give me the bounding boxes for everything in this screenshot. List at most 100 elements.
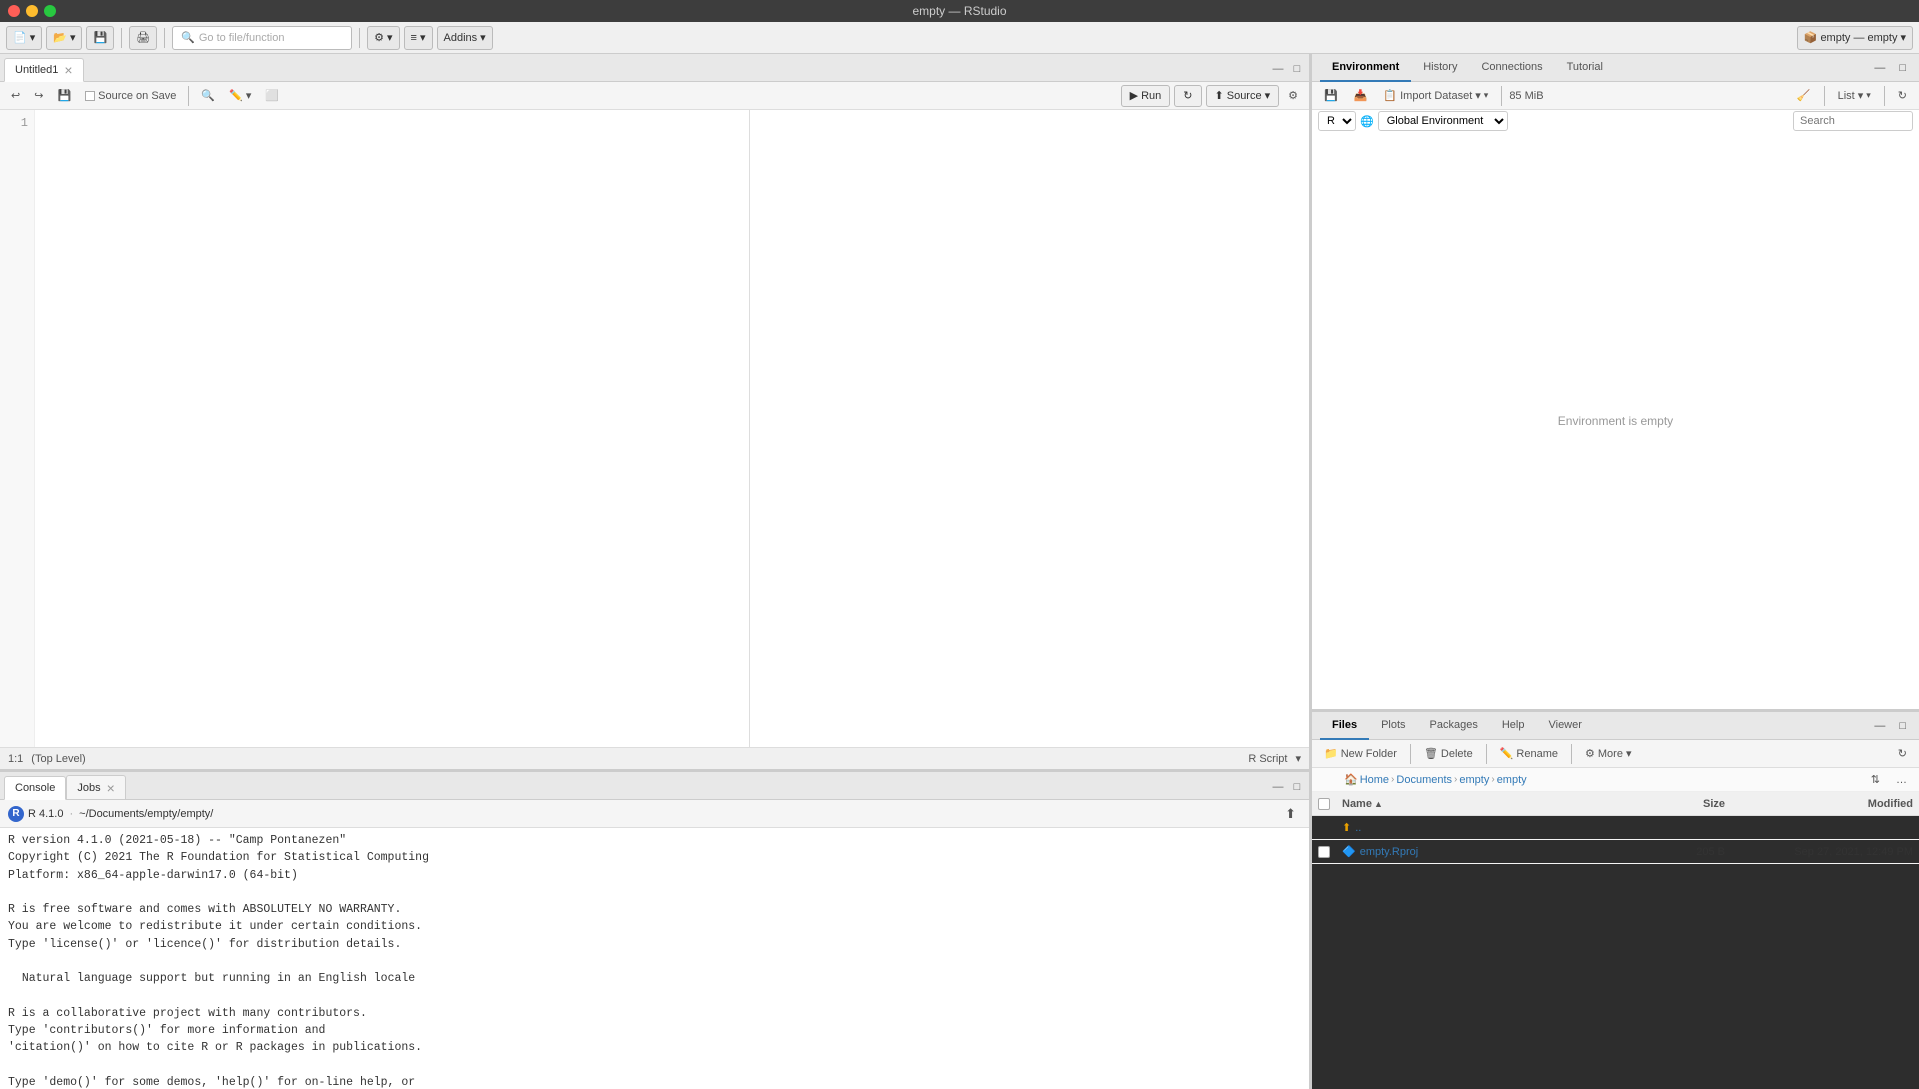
tab-expand-icon[interactable]: □ [1289, 61, 1305, 77]
files-tab[interactable]: Files [1320, 712, 1369, 740]
delete-label: Delete [1441, 748, 1473, 760]
save-button[interactable]: 💾 [86, 26, 114, 50]
import-dataset-button[interactable]: 📋 Import Dataset ▾ [1377, 85, 1494, 107]
save-file-button[interactable]: 💾 [52, 85, 76, 107]
minimize-button[interactable] [26, 5, 38, 17]
clear-env-button[interactable]: 🧹 [1791, 85, 1817, 107]
rproj-size-label: 205 B [1696, 846, 1725, 858]
rproj-size: 205 B [1653, 846, 1733, 858]
r-selector[interactable]: R [1318, 111, 1356, 131]
env-sep-2 [1824, 86, 1825, 106]
source-label: Source [1227, 90, 1262, 102]
environment-tab[interactable]: Environment [1320, 54, 1411, 82]
find-button[interactable]: 🔍 [196, 85, 220, 107]
connections-tab-label: Connections [1481, 61, 1542, 73]
name-sort-icon: ▲ [1374, 799, 1383, 809]
jobs-tab-close[interactable]: × [107, 781, 115, 795]
save-env-button[interactable]: 💾 [1318, 85, 1344, 107]
source-button[interactable]: ⬆ Source ▾ [1206, 85, 1280, 107]
rproj-checkbox[interactable] [1318, 846, 1330, 858]
tools-button[interactable]: ≡ ▾ [404, 26, 433, 50]
go-to-file-label: Go to file/function [199, 32, 285, 44]
rename-file-button[interactable]: ✏️ Rename [1494, 743, 1564, 765]
code-tools-menu-button[interactable]: ✏️ ▾ [224, 85, 256, 107]
code-tools-button[interactable]: ⚙ ▾ [367, 26, 399, 50]
files-tab-label: Files [1332, 719, 1357, 731]
open-file-button[interactable]: 📂 ▾ [46, 26, 82, 50]
editor-area[interactable] [35, 110, 749, 747]
open-dropdown-icon: ▾ [70, 31, 76, 44]
tutorial-tab[interactable]: Tutorial [1555, 54, 1615, 82]
project-button[interactable]: 📦 empty — empty ▾ [1797, 26, 1913, 50]
files-sep-2 [1486, 744, 1487, 764]
files-refresh-button[interactable]: ↻ [1892, 743, 1913, 765]
file-row-parent[interactable]: ⬆ .. [1312, 816, 1919, 840]
go-to-file-input[interactable]: 🔍 Go to file/function [172, 26, 352, 50]
script-type-dropdown[interactable]: ▾ [1295, 752, 1301, 765]
name-column-header[interactable]: Name ▲ [1342, 798, 1653, 810]
maximize-button[interactable] [44, 5, 56, 17]
rproj-check[interactable] [1318, 846, 1342, 858]
global-env-selector[interactable]: Global Environment [1378, 111, 1508, 131]
env-expand-button[interactable]: □ [1894, 58, 1911, 78]
breadcrumb-documents[interactable]: Documents [1396, 774, 1452, 786]
tab-close-icon[interactable]: × [64, 63, 72, 77]
editor-tab-untitled1[interactable]: Untitled1 × [4, 58, 84, 82]
breadcrumb-home[interactable]: Home [1360, 774, 1389, 786]
undo-button[interactable]: ↩ [6, 85, 25, 107]
console-output: R version 4.1.0 (2021-05-18) -- "Camp Po… [8, 832, 1301, 1089]
console-collapse-icon[interactable]: — [1270, 779, 1286, 795]
load-env-button[interactable]: 📥 [1348, 85, 1374, 107]
refresh-env-button[interactable]: ↻ [1892, 85, 1913, 107]
run-icon: ▶ [1130, 89, 1138, 102]
undo-icon: ↩ [11, 89, 20, 102]
breadcrumb-more-button[interactable]: … [1890, 769, 1913, 791]
packages-tab[interactable]: Packages [1418, 712, 1490, 740]
sync-icon: ⇅ [1871, 773, 1880, 786]
tab-collapse-icon[interactable]: — [1270, 61, 1286, 77]
header-check[interactable] [1318, 798, 1342, 810]
modified-column-header[interactable]: Modified [1733, 798, 1913, 810]
run-button[interactable]: ▶ Run [1121, 85, 1171, 107]
new-folder-button[interactable]: 📁 New Folder [1318, 743, 1403, 765]
list-view-button[interactable]: List ▾ [1832, 85, 1877, 107]
console-separator: · [69, 808, 73, 820]
tutorial-tab-label: Tutorial [1567, 61, 1603, 73]
plots-tab[interactable]: Plots [1369, 712, 1417, 740]
files-expand-button[interactable]: □ [1894, 716, 1911, 736]
print-button[interactable]: 🖨 [129, 26, 157, 50]
header-checkbox[interactable] [1318, 798, 1330, 810]
console-scroll-up-button[interactable]: ⬆ [1280, 803, 1301, 825]
size-column-header[interactable]: Size [1653, 798, 1733, 810]
re-run-button[interactable]: ↻ [1174, 85, 1201, 107]
close-button[interactable] [8, 5, 20, 17]
connections-tab[interactable]: Connections [1469, 54, 1554, 82]
env-collapse-button[interactable]: — [1869, 58, 1890, 78]
history-tab[interactable]: History [1411, 54, 1469, 82]
more-button[interactable]: ⚙ More ▾ [1579, 743, 1637, 765]
file-row-rproj[interactable]: 🔷 empty.Rproj 205 B Sep 27, 2021, 12:49 … [1312, 840, 1919, 864]
jobs-tab[interactable]: Jobs × [66, 775, 125, 799]
import-dataset-label: Import Dataset [1400, 90, 1472, 102]
env-search-input[interactable] [1793, 111, 1913, 131]
console-content[interactable]: R version 4.1.0 (2021-05-18) -- "Camp Po… [0, 828, 1309, 1089]
addins-button[interactable]: Addins ▾ [437, 26, 493, 50]
delete-file-button[interactable]: 🗑 Delete [1418, 743, 1479, 765]
new-file-button[interactable]: 📄 ▾ [6, 26, 42, 50]
redo-button[interactable]: ↪ [29, 85, 48, 107]
files-collapse-button[interactable]: — [1869, 716, 1890, 736]
toolbar-sep-2 [164, 28, 165, 48]
help-tab[interactable]: Help [1490, 712, 1537, 740]
editor-right-pane[interactable] [750, 110, 1309, 747]
breadcrumb-sep-3: › [1491, 774, 1494, 785]
show-in-new-window-button[interactable]: ⬜ [260, 85, 284, 107]
source-on-save-checkbox[interactable] [85, 91, 95, 101]
console-tab[interactable]: Console [4, 776, 66, 800]
breadcrumb-empty1[interactable]: empty [1459, 774, 1489, 786]
source-on-save-button[interactable]: Source on Save [80, 85, 181, 107]
console-expand-icon[interactable]: □ [1289, 779, 1305, 795]
breadcrumb-empty2[interactable]: empty [1497, 774, 1527, 786]
sync-files-button[interactable]: ⇅ [1865, 769, 1886, 791]
viewer-tab[interactable]: Viewer [1536, 712, 1593, 740]
editor-options-button[interactable]: ⚙ [1283, 85, 1303, 107]
